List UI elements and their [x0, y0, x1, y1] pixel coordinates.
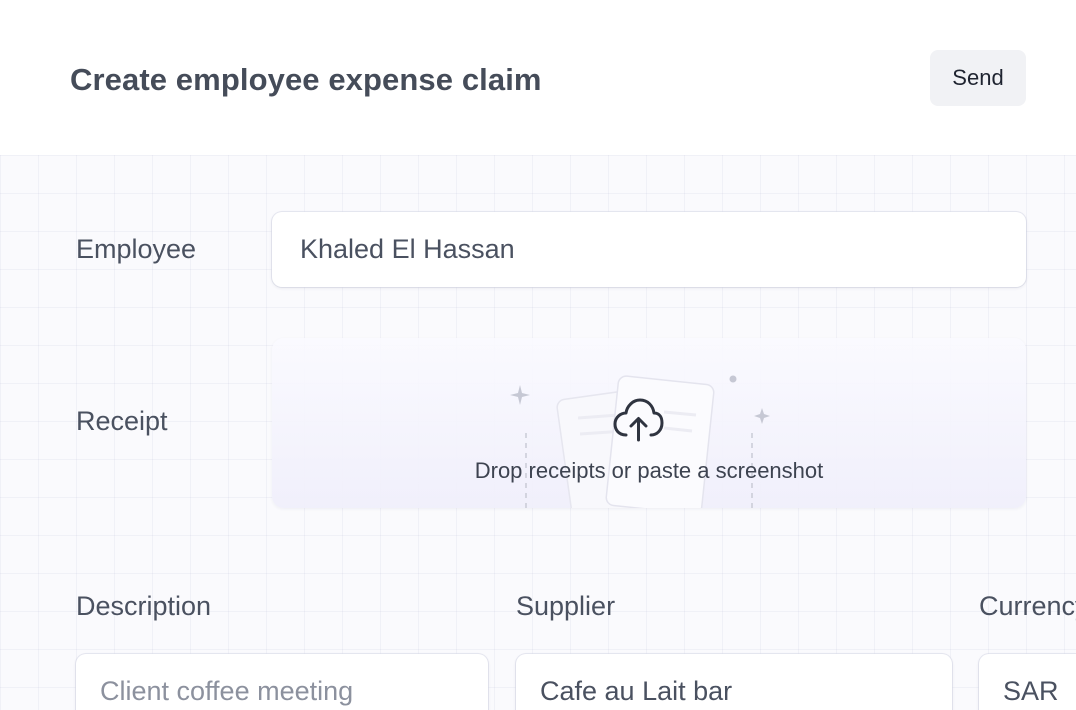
send-button[interactable]: Send: [930, 50, 1026, 106]
employee-label: Employee: [76, 234, 197, 264]
dot-icon: [729, 375, 737, 383]
description-placeholder: Client coffee meeting: [100, 676, 354, 706]
employee-field[interactable]: Khaled El Hassan: [272, 212, 1026, 287]
sparkle-right-icon: [754, 408, 770, 424]
dropzone-text: Drop receipts or paste a screenshot: [474, 458, 824, 483]
currency-value: SAR: [1003, 676, 1059, 706]
supplier-field[interactable]: Cafe au Lait bar: [516, 654, 952, 710]
currency-select[interactable]: SAR: [979, 654, 1076, 710]
page-title: Create employee expense claim: [70, 62, 542, 97]
description-field[interactable]: Client coffee meeting: [76, 654, 488, 710]
receipt-dropzone[interactable]: Drop receipts or paste a screenshot: [272, 338, 1026, 508]
employee-value: Khaled El Hassan: [300, 234, 515, 264]
header: Create employee expense claim Send: [0, 0, 1076, 155]
sparkle-left-icon: [510, 385, 530, 405]
description-label: Description: [76, 591, 212, 621]
receipt-label: Receipt: [76, 406, 168, 436]
expense-claim-window: Create employee expense claim Send Emplo…: [0, 0, 1076, 710]
supplier-value: Cafe au Lait bar: [540, 676, 733, 706]
paper-front-icon: [605, 375, 715, 508]
currency-label: Currency: [979, 591, 1076, 621]
supplier-label: Supplier: [516, 591, 616, 621]
